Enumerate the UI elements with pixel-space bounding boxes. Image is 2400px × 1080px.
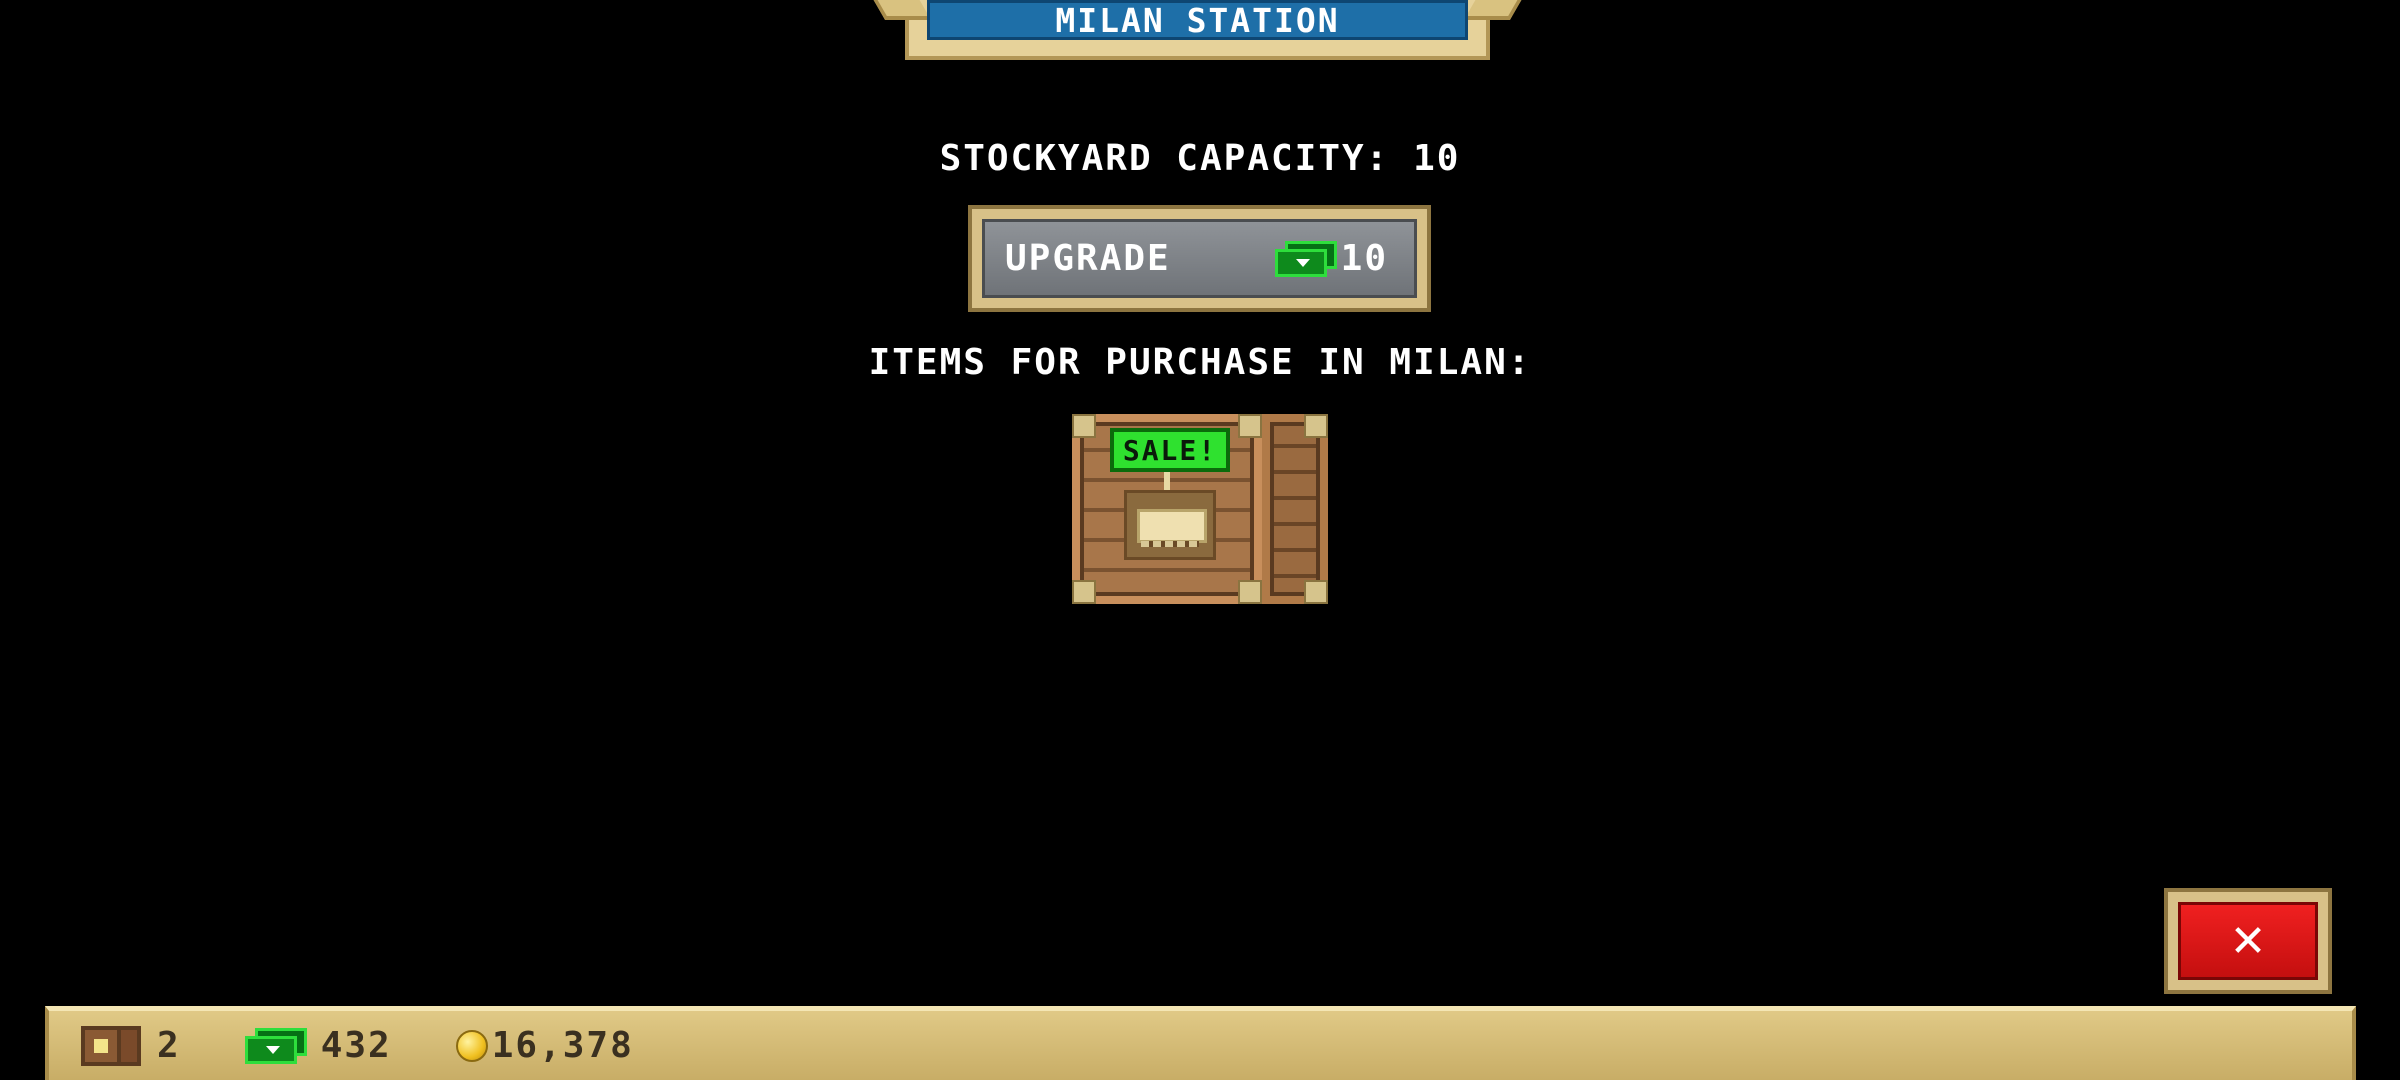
close-button[interactable]: ✕ bbox=[2164, 888, 2332, 994]
crate-icon bbox=[81, 1025, 143, 1066]
coin-count-value: 16,378 bbox=[491, 1025, 634, 1066]
cash-count: 432 bbox=[244, 1025, 392, 1066]
upgrade-label: UPGRADE bbox=[1005, 238, 1171, 279]
close-icon[interactable]: ✕ bbox=[2178, 902, 2318, 980]
cash-icon bbox=[244, 1027, 307, 1064]
cash-icon bbox=[1274, 240, 1337, 277]
items-heading: ITEMS FOR PURCHASE IN MILAN: bbox=[868, 342, 1532, 383]
crate-count: 2 bbox=[81, 1025, 181, 1066]
upgrade-cost-value: 10 bbox=[1340, 238, 1388, 279]
stockyard-capacity-label: STOCKYARD CAPACITY: bbox=[939, 138, 1390, 179]
stockyard-capacity: STOCKYARD CAPACITY: 10 bbox=[0, 138, 2400, 179]
train-icon bbox=[1124, 490, 1216, 560]
cash-count-value: 432 bbox=[320, 1025, 392, 1066]
crate-count-value: 2 bbox=[157, 1025, 181, 1066]
crate-side bbox=[1262, 414, 1328, 604]
crate-corner bbox=[1072, 414, 1096, 438]
coin-count: 16,378 bbox=[455, 1025, 634, 1066]
page-title: MILAN STATION bbox=[927, 0, 1468, 40]
upgrade-cost: 10 bbox=[1274, 238, 1388, 279]
coin-icon bbox=[455, 1029, 488, 1062]
crate-corner bbox=[1072, 580, 1096, 604]
crate-corner bbox=[1304, 414, 1328, 438]
upgrade-button-face[interactable]: UPGRADE 10 bbox=[982, 219, 1417, 298]
title-banner: MILAN STATION bbox=[860, 0, 1535, 60]
sale-crate-item[interactable]: SALE! bbox=[1072, 414, 1328, 604]
sale-tag: SALE! bbox=[1110, 428, 1230, 472]
title-wing-right bbox=[1463, 0, 1535, 20]
upgrade-button[interactable]: UPGRADE 10 bbox=[968, 205, 1431, 312]
resource-bar: 2 432 16,378 bbox=[45, 1006, 2356, 1080]
crate-corner bbox=[1238, 414, 1262, 438]
stockyard-capacity-value: 10 bbox=[1413, 138, 1461, 179]
crate-corner bbox=[1304, 580, 1328, 604]
title-wing-left bbox=[860, 0, 932, 20]
crate-corner bbox=[1238, 580, 1262, 604]
